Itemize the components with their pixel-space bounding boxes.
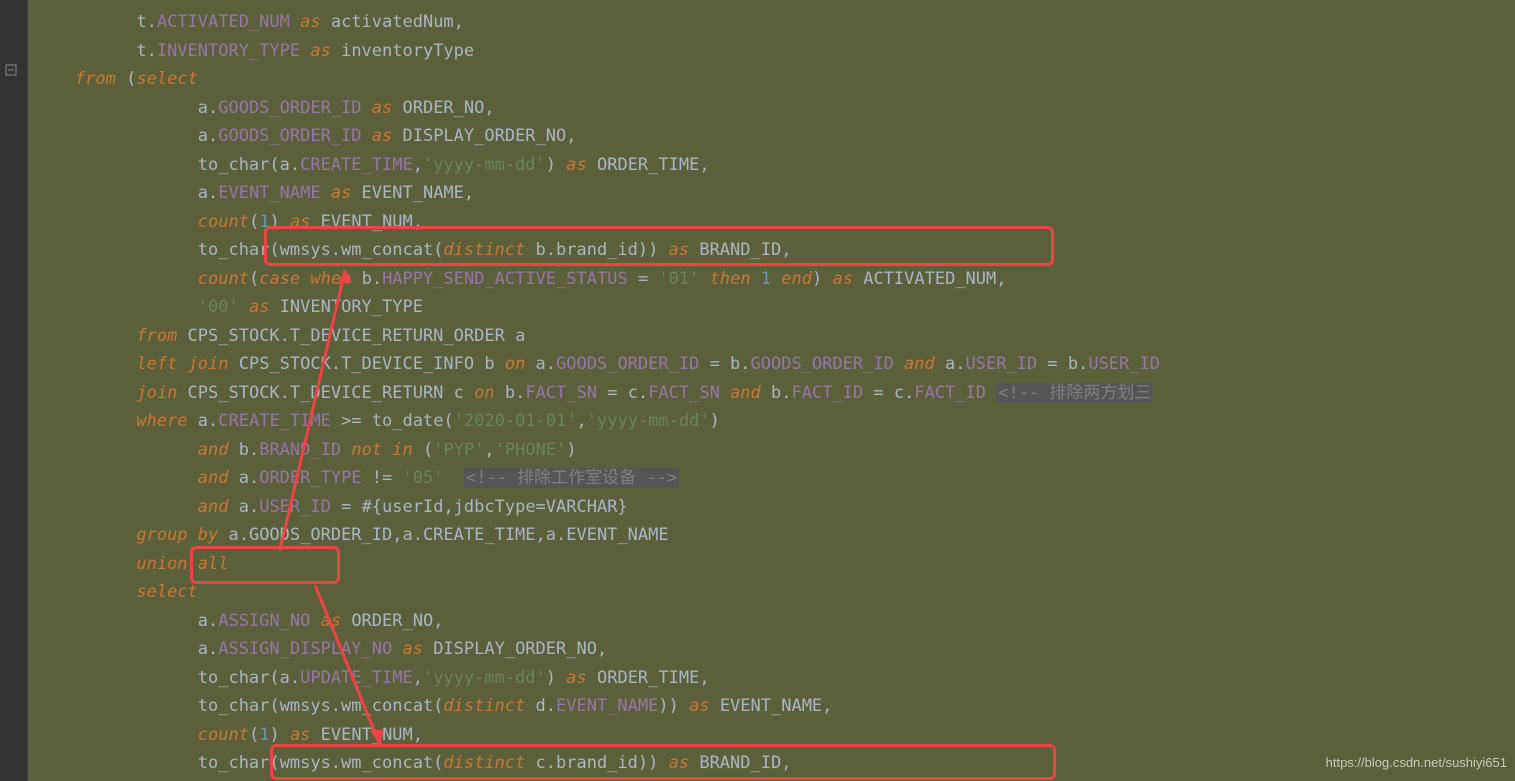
code-line: count(case when b.HAPPY_SEND_ACTIVE_STAT… — [34, 265, 1515, 294]
code-line: count(1) as EVENT_NUM, — [34, 208, 1515, 237]
code-line: union all — [34, 550, 1515, 579]
code-line: t.INVENTORY_TYPE as inventoryType — [34, 37, 1515, 66]
code-line: where a.CREATE_TIME >= to_date('2020-01-… — [34, 407, 1515, 436]
code-line: to_char(a.CREATE_TIME,'yyyy-mm-dd') as O… — [34, 151, 1515, 180]
code-line: to_char(wmsys.wm_concat(distinct b.brand… — [34, 236, 1515, 265]
code-line: from CPS_STOCK.T_DEVICE_RETURN_ORDER a — [34, 322, 1515, 351]
code-line: join CPS_STOCK.T_DEVICE_RETURN c on b.FA… — [34, 379, 1515, 408]
watermark: https://blog.csdn.net/sushiyi651 — [1326, 749, 1507, 778]
code-line: and b.BRAND_ID not in ('PYP','PHONE') — [34, 436, 1515, 465]
code-line: and a.ORDER_TYPE != '05' <!-- 排除工作室设备 --… — [34, 464, 1515, 493]
code-line: group by a.GOODS_ORDER_ID,a.CREATE_TIME,… — [34, 521, 1515, 550]
code-line: to_char(a.UPDATE_TIME,'yyyy-mm-dd') as O… — [34, 664, 1515, 693]
code-line: a.ASSIGN_NO as ORDER_NO, — [34, 607, 1515, 636]
code-editor[interactable]: t.ACTIVATED_NUM as activatedNum, t.INVEN… — [28, 0, 1515, 781]
code-line: from (select — [34, 65, 1515, 94]
code-line: a.GOODS_ORDER_ID as DISPLAY_ORDER_NO, — [34, 122, 1515, 151]
code-line: and a.USER_ID = #{userId,jdbcType=VARCHA… — [34, 493, 1515, 522]
code-line: '00' as INVENTORY_TYPE — [34, 293, 1515, 322]
code-line: select — [34, 578, 1515, 607]
code-line: t.ACTIVATED_NUM as activatedNum, — [34, 8, 1515, 37]
code-line: to_char(wmsys.wm_concat(distinct d.EVENT… — [34, 692, 1515, 721]
code-line: count(1) as EVENT_NUM, — [34, 721, 1515, 750]
code-line: a.ASSIGN_DISPLAY_NO as DISPLAY_ORDER_NO, — [34, 635, 1515, 664]
code-line: left join CPS_STOCK.T_DEVICE_INFO b on a… — [34, 350, 1515, 379]
code-line: to_char(wmsys.wm_concat(distinct c.brand… — [34, 749, 1515, 778]
code-line: a.EVENT_NAME as EVENT_NAME, — [34, 179, 1515, 208]
code-line: a.GOODS_ORDER_ID as ORDER_NO, — [34, 94, 1515, 123]
editor-gutter — [0, 0, 28, 781]
fold-icon[interactable] — [4, 60, 20, 76]
